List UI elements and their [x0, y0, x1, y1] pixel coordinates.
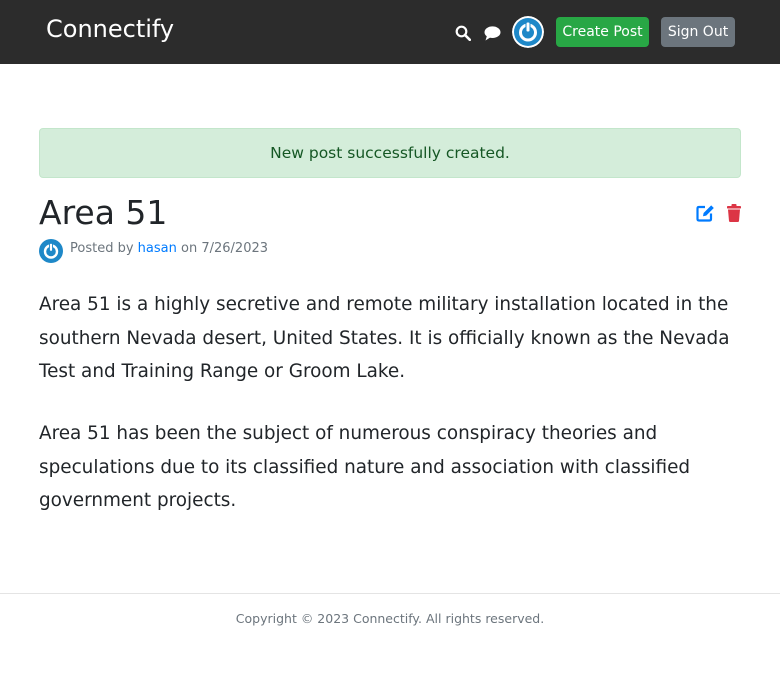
- user-avatar[interactable]: [512, 16, 544, 48]
- post-title: Area 51: [39, 193, 168, 232]
- author-link[interactable]: hasan: [138, 241, 177, 256]
- post-date: 7/26/2023: [201, 241, 269, 256]
- navbar-actions: Create Post Sign Out: [0, 0, 780, 64]
- footer-copyright: Copyright © 2023 Connectify. All rights …: [235, 611, 545, 626]
- footer-divider: [0, 593, 780, 594]
- top-navbar: Connectify Create Post Sign Out: [0, 0, 780, 64]
- chat-icon[interactable]: [484, 26, 501, 41]
- trash-icon[interactable]: [727, 204, 741, 222]
- search-icon[interactable]: [455, 25, 471, 41]
- sign-out-button[interactable]: Sign Out: [661, 17, 735, 47]
- post-paragraph: Area 51 has been the subject of numerous…: [39, 423, 691, 511]
- date-prefix: on: [181, 241, 198, 256]
- post-paragraph: Area 51 is a highly secretive and remote…: [39, 294, 730, 382]
- create-post-button[interactable]: Create Post: [556, 17, 649, 47]
- edit-icon[interactable]: [696, 204, 715, 222]
- success-alert: New post successfully created.: [39, 128, 741, 178]
- post-meta: Posted by hasan on 7/26/2023: [70, 241, 268, 256]
- alert-message: New post successfully created.: [270, 144, 510, 162]
- author-avatar: [39, 239, 63, 263]
- posted-by-label: Posted by: [70, 241, 134, 256]
